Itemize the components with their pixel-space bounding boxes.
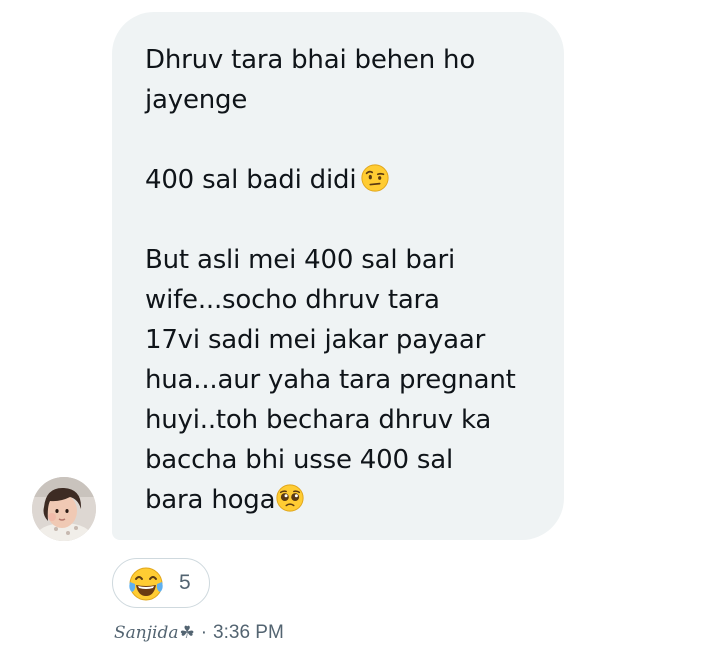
meta-separator: · bbox=[200, 622, 208, 643]
message-line: Dhruv tara bhai behen ho bbox=[145, 45, 476, 75]
reaction-count: 5 bbox=[179, 571, 191, 594]
message-line: 17vi sadi mei jakar payaar bbox=[145, 325, 486, 355]
message-line: jayenge bbox=[145, 85, 248, 115]
message-line-text: bara hoga bbox=[145, 485, 276, 515]
message-time: 3:36 PM bbox=[213, 622, 284, 643]
message-bubble[interactable]: Dhruv tara bhai behen ho jayenge 400 sal… bbox=[112, 12, 564, 540]
message-line: wife...socho dhruv tara bbox=[145, 285, 440, 315]
avatar-photo bbox=[32, 477, 96, 541]
message-meta: Sanjida ☘ · 3:36 PM bbox=[114, 620, 284, 646]
message-line-with-emoji: 400 sal badi didi bbox=[145, 160, 545, 200]
face-with-tears-of-joy-icon bbox=[129, 567, 163, 601]
face-with-raised-eyebrow-icon bbox=[361, 164, 389, 192]
message-line-with-emoji: bara hoga bbox=[145, 480, 545, 520]
message-line: But asli mei 400 sal bari bbox=[145, 245, 455, 275]
dm-conversation: Dhruv tara bhai behen ho jayenge 400 sal… bbox=[0, 0, 720, 655]
message-line-text: 400 sal badi didi bbox=[145, 165, 357, 195]
message-line: hua...aur yaha tara pregnant bbox=[145, 365, 516, 395]
message-line: huyi..toh bechara dhruv ka bbox=[145, 405, 492, 435]
message-line: baccha bhi usse 400 sal bbox=[145, 445, 453, 475]
message-text: Dhruv tara bhai behen ho jayenge 400 sal… bbox=[145, 40, 545, 520]
pleading-face-icon bbox=[276, 484, 304, 512]
shamrock-icon: ☘ bbox=[179, 623, 195, 643]
reaction-pill[interactable]: 5 bbox=[112, 558, 210, 608]
sender-name[interactable]: Sanjida bbox=[114, 623, 178, 643]
sender-avatar[interactable] bbox=[32, 477, 96, 541]
